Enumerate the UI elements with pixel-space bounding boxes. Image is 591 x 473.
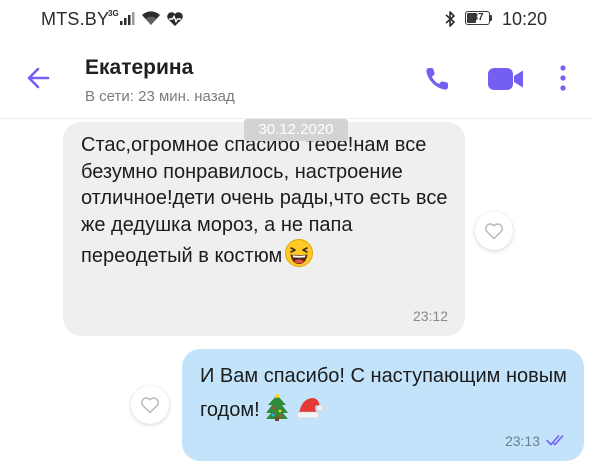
date-separator: 30.12.2020 — [244, 119, 348, 141]
christmas-tree-emoji-icon — [265, 394, 288, 421]
message-timestamp: 23:13 — [504, 433, 540, 449]
call-button[interactable] — [422, 64, 452, 94]
contact-presence: В сети: 23 мин. назад — [85, 88, 235, 105]
video-camera-icon — [488, 68, 523, 90]
like-message-button[interactable] — [131, 386, 169, 424]
heart-outline-icon — [141, 397, 159, 414]
battery-level: 37 — [472, 12, 484, 23]
arrow-left-icon — [27, 67, 50, 89]
heart-outline-icon — [485, 223, 503, 240]
status-bar: MTS.BY 3G 37 10:20 — [0, 0, 591, 40]
wifi-icon — [142, 11, 160, 25]
incoming-message-text: Стас,огромное спасибо тебе!нам все безум… — [81, 132, 459, 270]
laughing-emoji-icon — [285, 239, 314, 267]
outgoing-message-text: И Вам спасибо! С наступающим новым годом… — [200, 359, 570, 427]
message-timestamp: 23:12 — [412, 308, 448, 324]
more-vert-icon — [560, 65, 566, 91]
like-message-button[interactable] — [475, 212, 513, 250]
contact-name[interactable]: Екатерина — [85, 56, 193, 80]
phone-icon — [426, 68, 448, 90]
status-clock: 10:20 — [502, 9, 548, 29]
message-text: Стас,огромное спасибо тебе!нам все безум… — [81, 134, 448, 267]
read-receipt-icon — [546, 435, 564, 446]
signal-icon — [120, 12, 135, 25]
battery-indicator: 37 — [465, 11, 492, 25]
video-call-button[interactable] — [486, 64, 526, 94]
carrier-name: MTS.BY — [41, 9, 110, 29]
message-text: И Вам спасибо! С наступающим новым годом… — [200, 365, 567, 421]
heart-rate-icon — [167, 12, 183, 26]
santa-hat-emoji-icon — [296, 398, 323, 419]
chat-header: Екатерина В сети: 23 мин. назад — [0, 40, 591, 119]
bluetooth-icon — [445, 11, 455, 27]
incoming-message-bubble[interactable]: Стас,огромное спасибо тебе!нам все безум… — [63, 122, 465, 336]
outgoing-message-bubble[interactable]: И Вам спасибо! С наступающим новым годом… — [182, 349, 584, 461]
network-type-badge: 3G — [108, 9, 119, 18]
back-button[interactable] — [24, 63, 54, 93]
more-options-button[interactable] — [554, 62, 572, 94]
